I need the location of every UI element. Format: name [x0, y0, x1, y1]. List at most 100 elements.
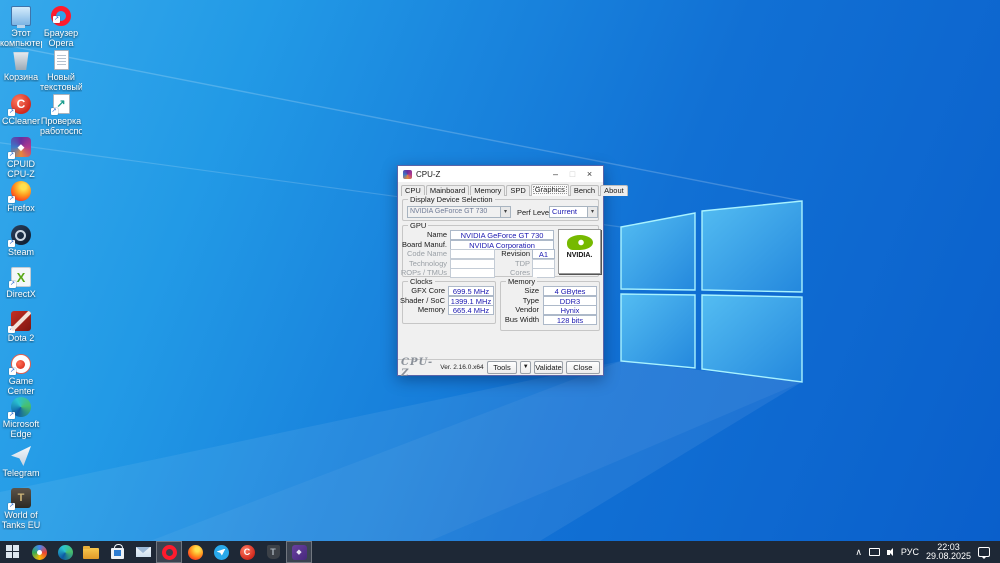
cpu-z-window-icon — [403, 169, 412, 179]
taskbar-ccleaner[interactable] — [234, 541, 260, 563]
revision-value: A1 — [532, 249, 555, 259]
validate-button[interactable]: Validate — [534, 361, 563, 374]
desktop-icon-world-of-tanks[interactable]: World of Tanks EU — [0, 488, 42, 530]
taskbar-edge[interactable] — [52, 541, 78, 563]
taskbar-cpuz[interactable] — [286, 541, 312, 563]
shortcut-arrow-icon — [8, 240, 15, 247]
minimize-button[interactable]: – — [547, 166, 564, 182]
taskbar-opera[interactable] — [156, 541, 182, 563]
opera-icon — [161, 544, 177, 560]
vendor-label: Vendor — [515, 305, 539, 314]
title-bar[interactable]: CPU-Z – □ × — [398, 166, 603, 182]
display-device-selection-group: Display Device Selection NVIDIA GeForce … — [402, 195, 599, 221]
shortcut-arrow-icon — [8, 326, 15, 333]
tools-button[interactable]: Tools — [486, 361, 518, 374]
shortcut-arrow-icon — [8, 109, 15, 116]
tools-dropdown-arrow[interactable]: ▼ — [520, 361, 532, 374]
memory-group: Memory Size 4 GBytes Type DDR3 Vendor Hy… — [500, 277, 600, 331]
close-button[interactable]: Close — [565, 361, 601, 374]
desktop-icon-firefox[interactable]: Firefox — [0, 181, 42, 213]
desktop-icon-telegram[interactable]: Telegram — [0, 446, 42, 478]
bus-width-label: Bus Width — [504, 314, 539, 324]
shortcut-arrow-icon — [11, 461, 15, 466]
maximize-button: □ — [569, 169, 576, 179]
taskbar-mail[interactable] — [130, 541, 156, 563]
notification-center-icon[interactable] — [978, 547, 990, 559]
gfx-core-value: 699.5 MHz — [448, 286, 494, 296]
tray-chevron-up-icon[interactable]: ∧ — [855, 541, 862, 563]
world-of-tanks-icon — [8, 488, 31, 510]
desktop-icon-cpuz[interactable]: CPUID CPU-Z — [0, 137, 42, 179]
date-text: 29.08.2025 — [925, 551, 971, 561]
taskbar-search[interactable] — [26, 541, 52, 563]
tab-bench[interactable]: Bench — [569, 185, 600, 196]
shortcut-arrow-icon — [8, 196, 15, 203]
desktop-icon-this-pc[interactable]: Этот компьютер — [0, 6, 42, 48]
ccleaner-icon — [8, 94, 31, 116]
desktop-icon-opera[interactable]: Браузер Opera — [40, 6, 82, 48]
desktop-icon-dota2[interactable]: Dota 2 — [0, 311, 42, 343]
tab-graphics[interactable]: Graphics — [530, 184, 569, 196]
taskbar-file-explorer[interactable] — [78, 541, 104, 563]
window-title: CPU-Z — [416, 169, 441, 179]
tab-spd[interactable]: SPD — [506, 185, 530, 196]
version-text: Ver. 2.16.0.x64 — [440, 364, 484, 371]
shortcut-arrow-icon — [50, 108, 58, 115]
shortcut-arrow-icon — [8, 412, 15, 419]
desktop-icon-new-text-document[interactable]: Новый текстовый... — [40, 50, 82, 92]
taskbar-firefox[interactable] — [182, 541, 208, 563]
firefox-icon — [8, 181, 31, 203]
telegram-icon — [213, 544, 229, 560]
perf-level-dropdown[interactable]: Current ▾ — [549, 206, 598, 218]
speaker-icon[interactable] — [886, 547, 893, 556]
taskbar-clock[interactable]: 22:03 29.08.2025 — [926, 543, 971, 561]
display-device-dropdown[interactable]: NVIDIA GeForce GT 730 ▾ — [407, 206, 511, 218]
edge-icon — [8, 397, 31, 419]
display-tray-icon[interactable] — [868, 548, 880, 556]
taskbar: ∧ РУС 22:03 29.08.2025 — [0, 541, 1000, 563]
computer-icon — [11, 6, 31, 28]
language-indicator[interactable]: РУС — [901, 547, 919, 557]
taskbar-world-of-tanks[interactable] — [260, 541, 286, 563]
desktop-icon-steam[interactable]: Steam — [0, 225, 42, 257]
desktop-icon-directx[interactable]: DirectX — [0, 267, 42, 299]
close-icon[interactable]: × — [581, 166, 598, 182]
taskbar-store[interactable] — [104, 541, 130, 563]
cpuz-logo: CPU-Z — [401, 356, 434, 379]
mail-icon — [135, 547, 151, 557]
perf-level-label: Perf Level — [517, 208, 551, 217]
group-label: Memory — [506, 277, 538, 286]
shortcut-arrow-icon — [9, 368, 16, 375]
shortcut-arrow-icon — [53, 16, 60, 23]
directx-icon — [9, 267, 31, 288]
game-center-icon — [9, 354, 31, 375]
bus-width-value: 128 bits — [543, 314, 597, 325]
window-footer: CPU-Z Ver. 2.16.0.x64 Tools ▼ Validate C… — [398, 357, 603, 379]
desktop-icon-ccleaner[interactable]: CCleaner — [0, 94, 42, 126]
shader-soc-label: Shader / SoC — [399, 295, 445, 305]
text-document-icon — [53, 50, 69, 70]
world-of-tanks-icon — [266, 545, 280, 559]
health-check-icon — [50, 94, 70, 115]
start-button[interactable] — [0, 541, 26, 563]
rops-tmus-value — [450, 268, 495, 278]
desktop-icon-game-center[interactable]: Game Center — [0, 354, 42, 396]
technology-label: Technology — [409, 258, 447, 268]
gpu-name-value: NVIDIA GeForce GT 730 — [450, 230, 554, 240]
opera-icon — [51, 6, 71, 26]
desktop-icon-health-check[interactable]: Проверка работоспо... — [40, 94, 82, 136]
cpuz-window: CPU-Z – □ × CPU Mainboard Memory SPD Gra… — [397, 165, 628, 379]
gfx-core-label: GFX Core — [411, 286, 445, 295]
shortcut-arrow-icon — [8, 503, 15, 510]
dota2-icon — [8, 311, 31, 333]
nvidia-logo[interactable]: NVIDIA. — [558, 229, 601, 274]
desktop-icon-edge[interactable]: Microsoft Edge — [0, 397, 42, 439]
code-name-value — [450, 249, 495, 259]
tdp-value — [532, 258, 555, 269]
board-manuf-value: NVIDIA Corporation — [450, 239, 554, 250]
taskbar-telegram[interactable] — [208, 541, 234, 563]
folder-icon — [83, 545, 99, 559]
system-tray: ∧ РУС 22:03 29.08.2025 — [855, 541, 1000, 563]
desktop-icon-recycle-bin[interactable]: Корзина — [0, 50, 42, 82]
tab-about[interactable]: About — [600, 185, 628, 196]
